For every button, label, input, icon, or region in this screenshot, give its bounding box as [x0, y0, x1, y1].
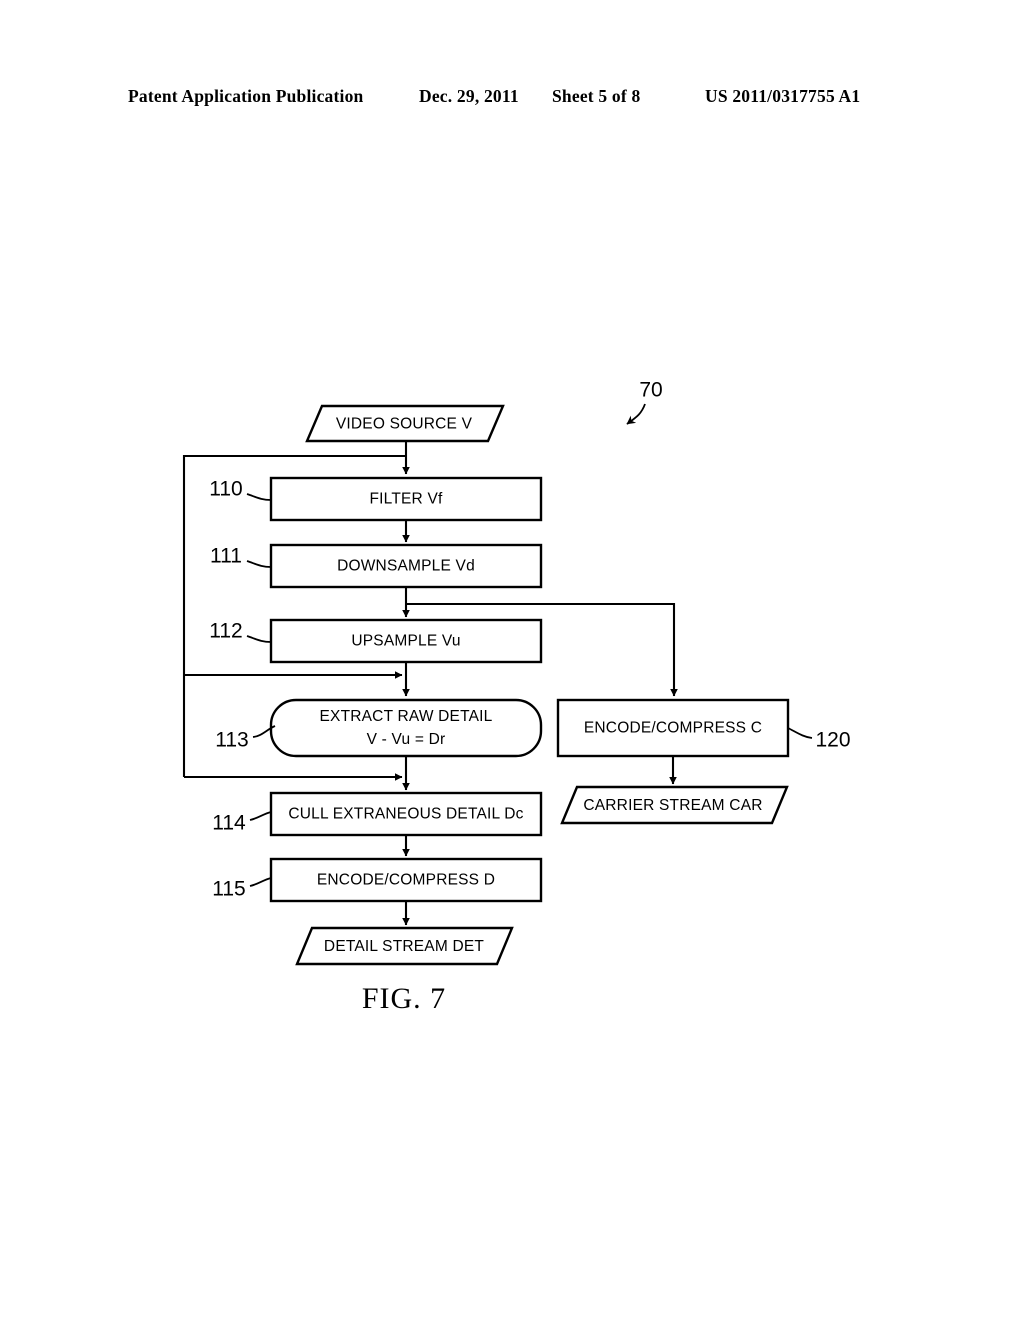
ref-110-label: 110 — [209, 478, 242, 501]
ref-120-label: 120 — [815, 729, 850, 752]
ref-111: 111 — [210, 545, 272, 568]
patent-figure-7: 70 VIDEO SOURCE V FILTER Vf 110 DOWNSAMP… — [0, 0, 1024, 1320]
ref-110: 110 — [209, 478, 272, 501]
node-encode-d: ENCODE/COMPRESS D — [269, 857, 543, 903]
node-downsample: DOWNSAMPLE Vd — [269, 543, 543, 589]
ref-113-label: 113 — [215, 729, 248, 752]
node-extract-raw-detail: EXTRACT RAW DETAIL V - Vu = Dr — [269, 698, 543, 758]
system-reference-70-label: 70 — [639, 379, 662, 402]
detail-stream-label: DETAIL STREAM DET — [324, 938, 484, 955]
node-encode-c: ENCODE/COMPRESS C — [556, 698, 790, 758]
encode-c-label: ENCODE/COMPRESS C — [584, 720, 762, 737]
ref-113: 113 — [215, 725, 276, 752]
node-upsample: UPSAMPLE Vu — [269, 618, 543, 664]
ref-115-leader — [249, 877, 272, 887]
extract-raw-detail-label-line1: EXTRACT RAW DETAIL — [320, 708, 493, 725]
ref-120-leader — [787, 727, 813, 739]
ref-115-label: 115 — [212, 878, 245, 901]
ref-111-leader — [246, 560, 272, 568]
extract-raw-detail-label-line2: V - Vu = Dr — [367, 731, 446, 748]
node-carrier-stream: CARRIER STREAM CAR — [560, 785, 789, 825]
ref-112-leader — [246, 635, 272, 643]
figure-caption: FIG. 7 — [362, 982, 446, 1015]
ref-114: 114 — [212, 811, 272, 835]
ref-114-label: 114 — [212, 812, 246, 835]
node-detail-stream: DETAIL STREAM DET — [295, 926, 514, 966]
ref-112: 112 — [209, 620, 272, 643]
downsample-label: DOWNSAMPLE Vd — [337, 558, 475, 575]
system-reference-70-leader — [626, 403, 646, 425]
ref-112-label: 112 — [209, 620, 242, 643]
node-cull-detail: CULL EXTRANEOUS DETAIL Dc — [269, 791, 543, 837]
cull-detail-label: CULL EXTRANEOUS DETAIL Dc — [288, 806, 523, 823]
ref-115: 115 — [212, 877, 272, 901]
video-source-label: VIDEO SOURCE V — [336, 416, 473, 433]
system-reference-70: 70 — [626, 379, 663, 425]
ref-111-label: 111 — [210, 545, 242, 568]
ref-114-leader — [249, 811, 272, 821]
filter-label: FILTER Vf — [370, 491, 443, 508]
ref-110-leader — [246, 493, 272, 501]
node-video-source: VIDEO SOURCE V — [305, 404, 505, 443]
node-filter: FILTER Vf — [269, 476, 543, 522]
ref-120: 120 — [787, 727, 851, 752]
encode-d-label: ENCODE/COMPRESS D — [317, 872, 495, 889]
carrier-stream-label: CARRIER STREAM CAR — [583, 797, 762, 814]
upsample-label: UPSAMPLE Vu — [351, 633, 460, 650]
